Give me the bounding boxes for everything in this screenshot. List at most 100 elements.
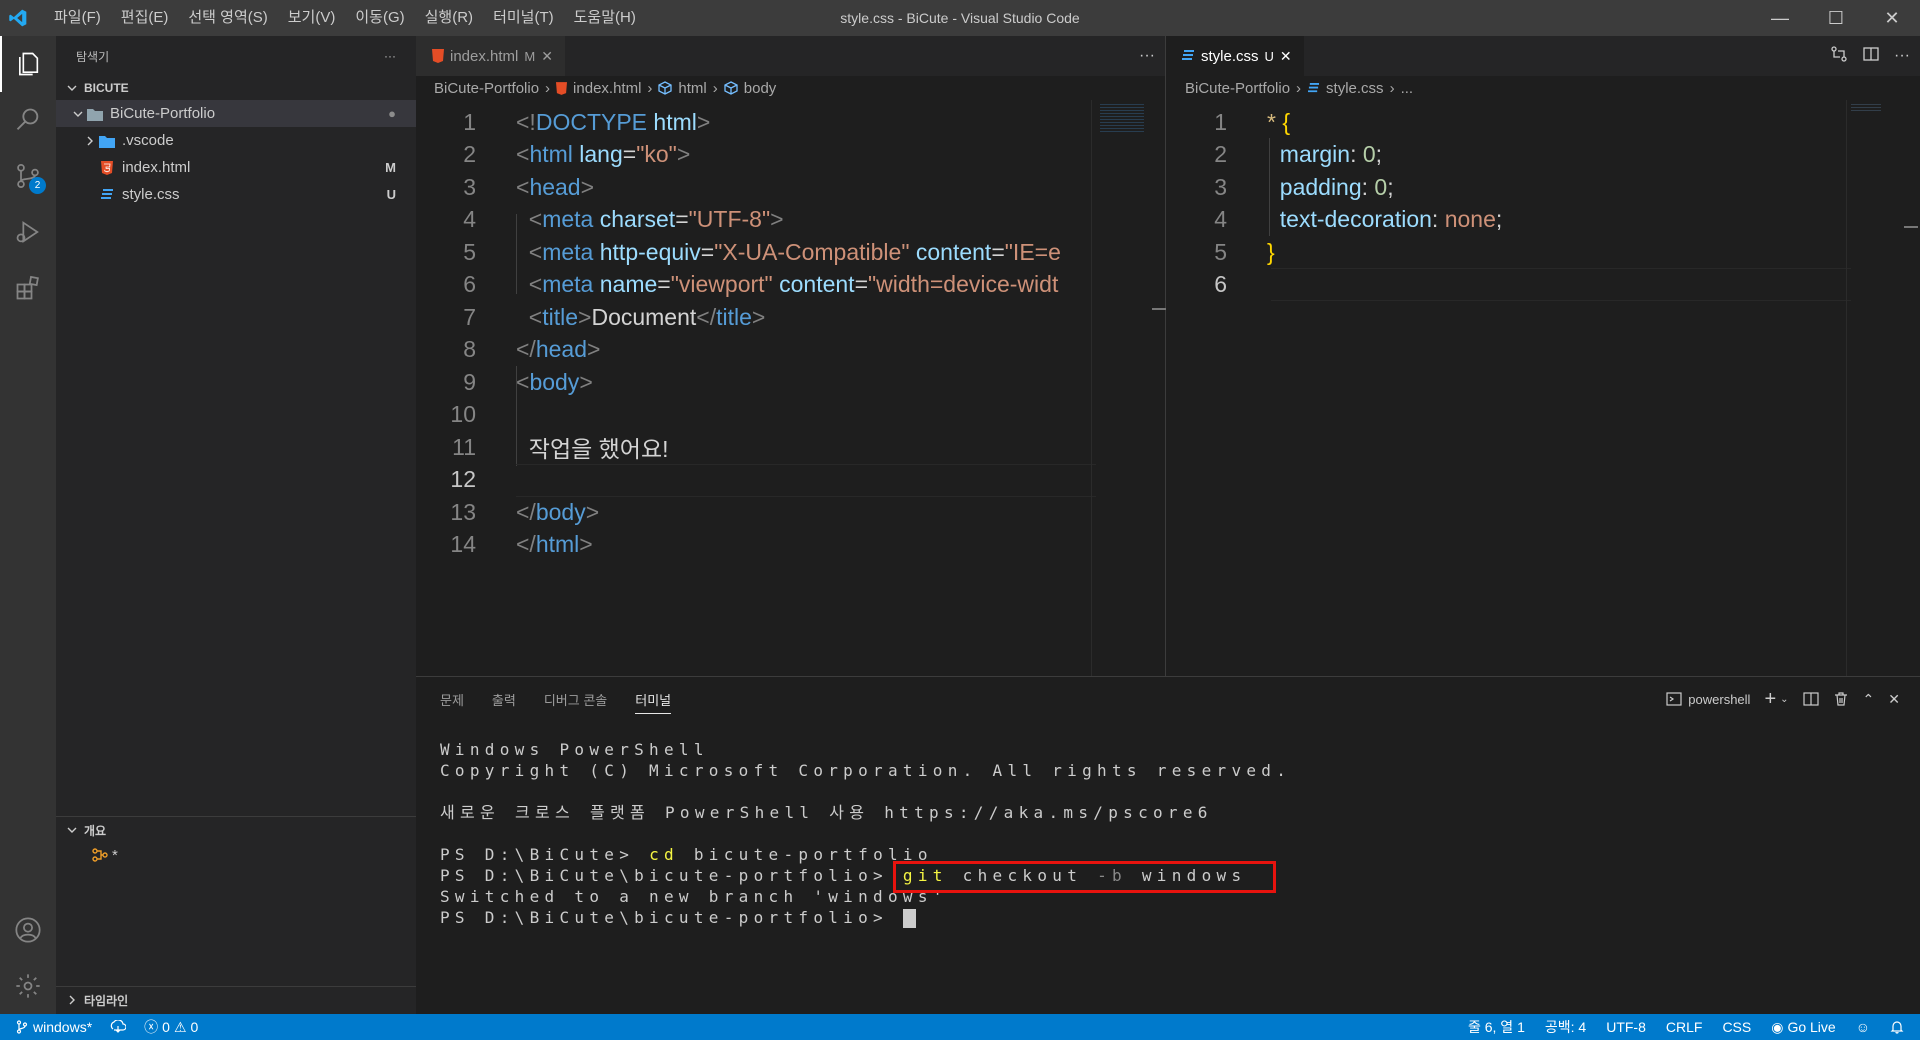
code-line: 13 </body> — [450, 498, 600, 525]
search-icon[interactable] — [0, 92, 56, 148]
menu-edit[interactable]: 편집(E) — [111, 0, 179, 36]
scrollbar-marker[interactable] — [1904, 226, 1918, 228]
more-actions-button[interactable]: ··· — [1894, 47, 1910, 65]
menu-view[interactable]: 보기(V) — [278, 0, 346, 36]
terminal-cursor — [902, 909, 916, 928]
maximize-button[interactable]: ☐ — [1808, 0, 1864, 36]
menu-go[interactable]: 이동(G) — [345, 0, 414, 36]
tab-debug-console[interactable]: 디버그 콘솔 — [544, 690, 607, 709]
chevron-right-icon: › — [1296, 79, 1302, 97]
breadcrumb-item[interactable]: style.css — [1326, 80, 1384, 97]
minimize-button[interactable]: — — [1752, 0, 1808, 36]
breadcrumb-item[interactable]: body — [744, 80, 777, 97]
breadcrumb-item[interactable]: html — [678, 80, 706, 97]
chevron-down-icon — [70, 109, 86, 119]
breadcrumb-item[interactable]: BiCute-Portfolio — [1185, 80, 1290, 97]
chevron-right-icon: › — [647, 79, 653, 97]
menu-terminal[interactable]: 터미널(T) — [483, 0, 564, 36]
timeline-section[interactable]: 타임라인 — [56, 987, 416, 1013]
close-icon[interactable]: ✕ — [541, 48, 553, 65]
folder-bicute-portfolio[interactable]: BiCute-Portfolio ● — [56, 100, 416, 127]
code-line: 7 <title>Document</title> — [463, 303, 766, 330]
maximize-panel-icon[interactable]: ⌃ — [1863, 691, 1875, 708]
run-debug-icon[interactable] — [0, 204, 56, 260]
menu-help[interactable]: 도움말(H) — [564, 0, 646, 36]
chevron-down-icon[interactable]: ⌄ — [1780, 694, 1788, 705]
explorer-icon[interactable] — [0, 36, 56, 92]
code-editor[interactable]: 1 <!DOCTYPE html> 2 <html lang="ko"> 3 <hea… — [416, 106, 1096, 561]
encoding[interactable]: UTF-8 — [1606, 1019, 1646, 1035]
chevron-down-icon — [64, 83, 80, 93]
new-terminal-button[interactable]: + — [1764, 688, 1776, 711]
split-editor-icon[interactable] — [1862, 45, 1880, 68]
terminal-line: Windows PowerShell — [440, 740, 709, 759]
line-ending[interactable]: CRLF — [1666, 1019, 1703, 1035]
close-panel-icon[interactable]: ✕ — [1888, 691, 1900, 708]
indentation[interactable]: 공백: 4 — [1545, 1017, 1586, 1037]
outline-item-label: * — [112, 846, 118, 864]
language-mode[interactable]: CSS — [1722, 1019, 1751, 1035]
tree-item-label: .vscode — [122, 132, 174, 149]
branch-name: windows* — [33, 1019, 93, 1035]
sync-icon[interactable] — [110, 1020, 127, 1034]
tab-status: U — [1264, 48, 1274, 64]
extensions-icon[interactable] — [0, 260, 56, 316]
problems-status[interactable]: ⓧ 0 ⚠ 0 — [144, 1017, 198, 1037]
code-editor[interactable]: 1 * { 2 margin: 0; 3 padding: 0; 4 text-d… — [1167, 106, 1920, 301]
current-line-highlight — [1271, 268, 1851, 301]
menu-run[interactable]: 실행(R) — [415, 0, 483, 36]
source-control-icon[interactable]: 2 — [0, 148, 56, 204]
menu-selection[interactable]: 선택 영역(S) — [178, 0, 277, 36]
feedback-icon[interactable]: ☺ — [1856, 1019, 1870, 1035]
notification-bell-icon[interactable] — [1890, 1020, 1904, 1034]
close-icon[interactable]: ✕ — [1280, 48, 1292, 65]
code-line: 14 </html> — [450, 531, 593, 558]
cursor-position[interactable]: 줄 6, 열 1 — [1468, 1017, 1525, 1037]
settings-gear-icon[interactable] — [0, 958, 56, 1014]
go-live-button[interactable]: ◉ Go Live — [1771, 1019, 1835, 1036]
scm-badge: 2 — [29, 177, 46, 194]
tab-terminal[interactable]: 터미널 — [635, 690, 672, 714]
tab-style-css[interactable]: style.css U ✕ — [1167, 36, 1304, 76]
tab-output[interactable]: 출력 — [492, 690, 516, 709]
tab-bar: index.html M ✕ ··· — [416, 36, 1165, 76]
tree-item-style-css[interactable]: style.css U — [56, 181, 416, 208]
terminal-icon — [1666, 691, 1682, 707]
scrollbar-marker[interactable] — [1152, 308, 1166, 310]
html5-icon — [556, 81, 568, 95]
compare-changes-icon[interactable] — [1830, 45, 1848, 68]
breadcrumb-item[interactable]: BiCute-Portfolio — [434, 80, 539, 97]
trash-icon[interactable] — [1833, 691, 1849, 707]
outline-item[interactable]: * — [56, 843, 416, 867]
timeline-title: 타임라인 — [84, 993, 129, 1008]
terminal-output[interactable]: Windows PowerShell Copyright (C) Microso… — [416, 739, 1920, 928]
close-window-button[interactable]: ✕ — [1864, 0, 1920, 36]
account-icon[interactable] — [0, 902, 56, 958]
terminal-shell-select[interactable]: powershell — [1688, 692, 1750, 707]
minimap-preview — [1100, 104, 1144, 132]
tab-problems[interactable]: 문제 — [440, 690, 464, 709]
git-branch-icon — [16, 1020, 28, 1034]
breadcrumb-item[interactable]: index.html — [573, 80, 641, 97]
window-controls: — ☐ ✕ — [1752, 0, 1920, 36]
tree-item-index-html[interactable]: index.html M — [56, 154, 416, 181]
tree-item-vscode[interactable]: .vscode — [56, 127, 416, 154]
tree-item-label: style.css — [122, 186, 180, 203]
chevron-down-icon — [64, 825, 80, 835]
css-file-icon — [1307, 82, 1320, 94]
explorer-more-button[interactable]: ··· — [384, 49, 396, 63]
minimap[interactable] — [1091, 100, 1147, 680]
breadcrumb-item[interactable]: ... — [1401, 80, 1414, 97]
tab-index-html[interactable]: index.html M ✕ — [416, 36, 565, 76]
panel-actions: powershell + ⌄ ⌃ ✕ — [1666, 677, 1900, 721]
terminal-line: PS D:\BiCute\bicute-portfolio> — [440, 907, 1920, 928]
branch-status[interactable]: windows* — [16, 1019, 92, 1035]
minimap[interactable] — [1846, 100, 1902, 680]
menu-file[interactable]: 파일(F) — [44, 0, 111, 36]
split-terminal-icon[interactable] — [1802, 691, 1819, 707]
minimap-preview — [1851, 104, 1881, 112]
bottom-panel: 문제 출력 디버그 콘솔 터미널 powershell + ⌄ ⌃ ✕ Wind… — [416, 676, 1920, 1014]
more-actions-button[interactable]: ··· — [1139, 47, 1155, 65]
outline-section[interactable]: 개요 — [56, 817, 416, 843]
workspace-section[interactable]: BICUTE — [56, 76, 416, 100]
